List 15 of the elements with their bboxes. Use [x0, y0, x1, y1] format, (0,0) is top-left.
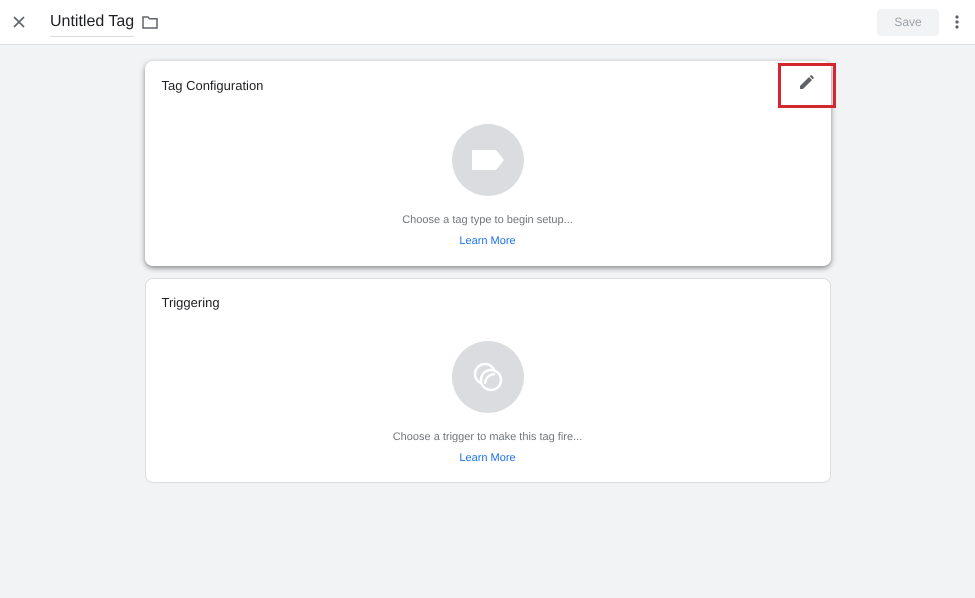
- tag-icon: [472, 150, 504, 170]
- hint-text: Choose a trigger to make this tag fire...: [392, 430, 582, 445]
- tag-name-field[interactable]: Untitled Tag: [50, 8, 134, 36]
- section-card[interactable]: Triggering Choose a trigger to make this tag fire... Learn More: [144, 278, 830, 483]
- hint-text: Choose a tag type to begin setup...: [402, 213, 573, 228]
- more-options-icon[interactable]: [955, 15, 959, 29]
- trigger-icon: [472, 361, 504, 393]
- learn-more-link[interactable]: Learn More: [459, 232, 516, 249]
- learn-more-link[interactable]: Learn More: [459, 450, 516, 466]
- folder-icon[interactable]: [142, 16, 158, 28]
- edit-icon: [800, 74, 814, 88]
- edit-button[interactable]: [778, 63, 836, 108]
- close-button[interactable]: [12, 15, 26, 29]
- section-title: Triggering: [162, 295, 220, 310]
- section-title: Tag Configuration: [162, 78, 264, 93]
